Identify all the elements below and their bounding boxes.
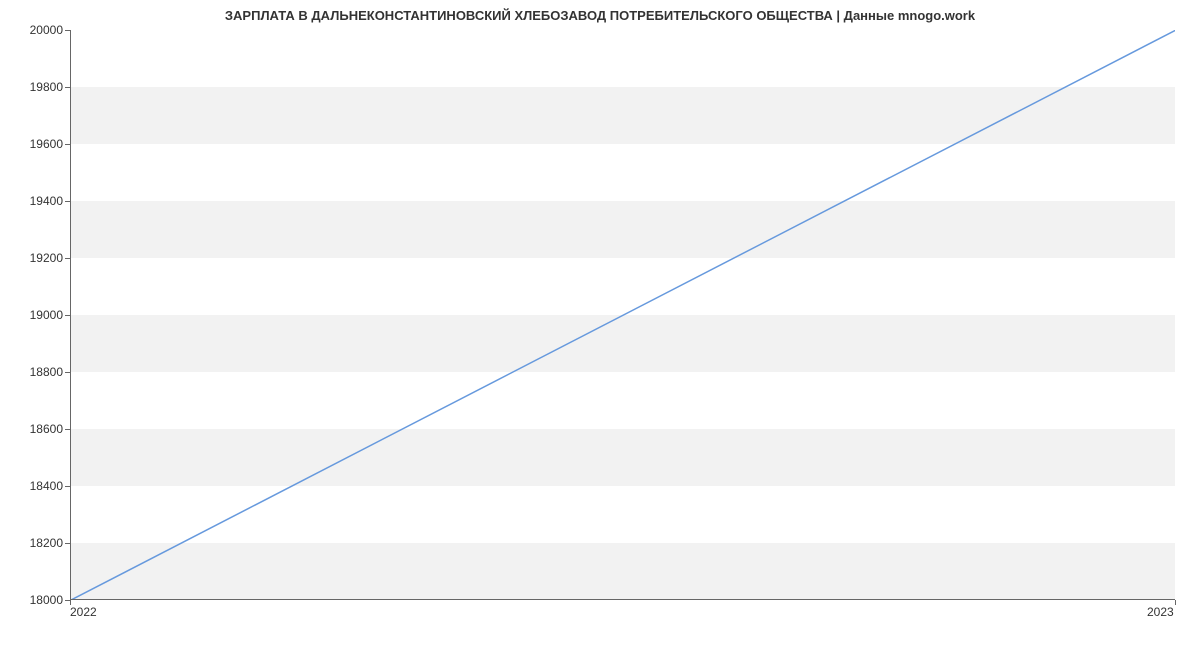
y-tick-label: 18800 <box>3 365 63 379</box>
y-tick-label: 18200 <box>3 536 63 550</box>
y-tick-label: 19200 <box>3 251 63 265</box>
x-tick-mark <box>1175 600 1176 605</box>
y-tick-mark <box>65 372 70 373</box>
y-tick-mark <box>65 201 70 202</box>
y-tick-mark <box>65 87 70 88</box>
data-line <box>71 30 1175 600</box>
y-tick-label: 19400 <box>3 194 63 208</box>
y-tick-label: 18400 <box>3 479 63 493</box>
y-tick-mark <box>65 258 70 259</box>
y-tick-mark <box>65 30 70 31</box>
x-tick-label: 2022 <box>70 605 97 619</box>
plot-area <box>70 30 1175 600</box>
y-tick-mark <box>65 543 70 544</box>
chart-container: 1800018200184001860018800190001920019400… <box>70 30 1175 600</box>
y-tick-label: 20000 <box>3 23 63 37</box>
y-tick-mark <box>65 429 70 430</box>
y-tick-mark <box>65 144 70 145</box>
chart-title: ЗАРПЛАТА В ДАЛЬНЕКОНСТАНТИНОВСКИЙ ХЛЕБОЗ… <box>0 0 1200 27</box>
y-tick-label: 18000 <box>3 593 63 607</box>
y-tick-label: 19000 <box>3 308 63 322</box>
x-tick-mark <box>70 600 71 605</box>
y-tick-label: 19800 <box>3 80 63 94</box>
y-tick-label: 18600 <box>3 422 63 436</box>
y-tick-mark <box>65 315 70 316</box>
x-tick-label: 2023 <box>1147 605 1174 619</box>
y-tick-mark <box>65 486 70 487</box>
y-tick-label: 19600 <box>3 137 63 151</box>
